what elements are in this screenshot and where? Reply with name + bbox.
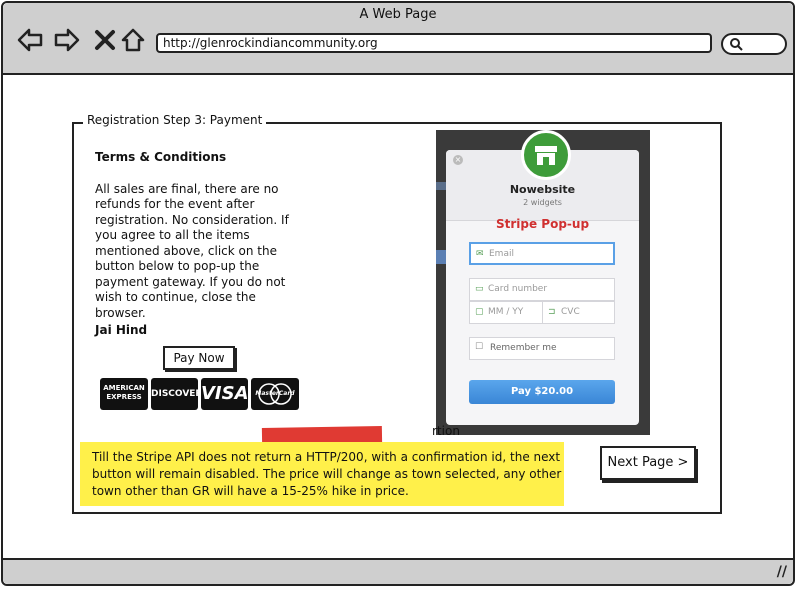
resize-grip-icon[interactable]: // bbox=[777, 564, 787, 580]
search-icon bbox=[730, 38, 743, 51]
stripe-checkout-dialog: × Nowebsite 2 widgets Stripe Pop-up ✉ Em… bbox=[446, 130, 639, 425]
obscured-text-fragment: rtion bbox=[432, 424, 460, 438]
browser-chrome: A Web Page http://glenrockindiancommunit… bbox=[3, 3, 793, 75]
lock-icon: ⊐ bbox=[548, 307, 556, 317]
close-x-icon[interactable] bbox=[92, 27, 118, 53]
merchant-name: Nowebsite bbox=[509, 183, 576, 196]
stripe-header: × Nowebsite 2 widgets bbox=[446, 130, 639, 221]
forward-arrow-icon[interactable] bbox=[54, 27, 80, 53]
calendar-icon: ▢ bbox=[475, 307, 484, 317]
backdrop-link-fragment bbox=[436, 182, 446, 190]
stripe-popup-label: Stripe Pop-up bbox=[495, 217, 590, 231]
credit-card-icon: ▭ bbox=[475, 284, 484, 294]
envelope-icon: ✉ bbox=[476, 249, 484, 259]
back-arrow-icon[interactable] bbox=[17, 27, 43, 53]
cvc-field[interactable]: ⊐ CVC bbox=[542, 301, 615, 324]
mastercard-logo: MasterCard bbox=[251, 378, 299, 410]
terms-section: Terms & Conditions All sales are final, … bbox=[95, 150, 310, 321]
remember-me-row[interactable]: ☐ Remember me bbox=[469, 337, 615, 360]
store-logo-icon bbox=[521, 130, 571, 180]
terms-body: All sales are final, there are no refund… bbox=[95, 181, 289, 320]
stripe-pay-button[interactable]: Pay $20.00 bbox=[469, 380, 615, 404]
discover-logo: DISCOVER bbox=[151, 378, 202, 410]
pay-now-button[interactable]: Pay Now bbox=[163, 346, 235, 370]
fieldset-legend: Registration Step 3: Payment bbox=[83, 113, 267, 127]
status-bar: // bbox=[3, 558, 793, 584]
signoff-text: Jai Hind bbox=[95, 323, 148, 337]
merchant-subtitle: 2 widgets bbox=[523, 198, 562, 207]
terms-heading: Terms & Conditions bbox=[95, 150, 227, 164]
search-field[interactable] bbox=[721, 33, 787, 55]
stripe-close-icon[interactable]: × bbox=[453, 155, 463, 165]
checkbox-icon[interactable]: ☐ bbox=[475, 337, 483, 358]
home-icon[interactable] bbox=[120, 27, 146, 53]
address-bar[interactable]: http://glenrockindiancommunity.org bbox=[156, 33, 712, 53]
email-field[interactable]: ✉ Email bbox=[469, 242, 615, 265]
expiry-field[interactable]: ▢ MM / YY bbox=[469, 301, 543, 324]
backdrop-button-fragment bbox=[436, 250, 446, 264]
visa-logo: VISA bbox=[201, 378, 249, 410]
amex-logo: AMERICAN EXPRESS bbox=[100, 378, 148, 410]
sticky-note: Till the Stripe API does not return a HT… bbox=[80, 442, 564, 506]
storefront-icon bbox=[535, 146, 557, 165]
next-page-button[interactable]: Next Page > bbox=[600, 446, 696, 480]
window-title: A Web Page bbox=[359, 7, 437, 22]
card-number-field[interactable]: ▭ Card number bbox=[469, 278, 615, 301]
